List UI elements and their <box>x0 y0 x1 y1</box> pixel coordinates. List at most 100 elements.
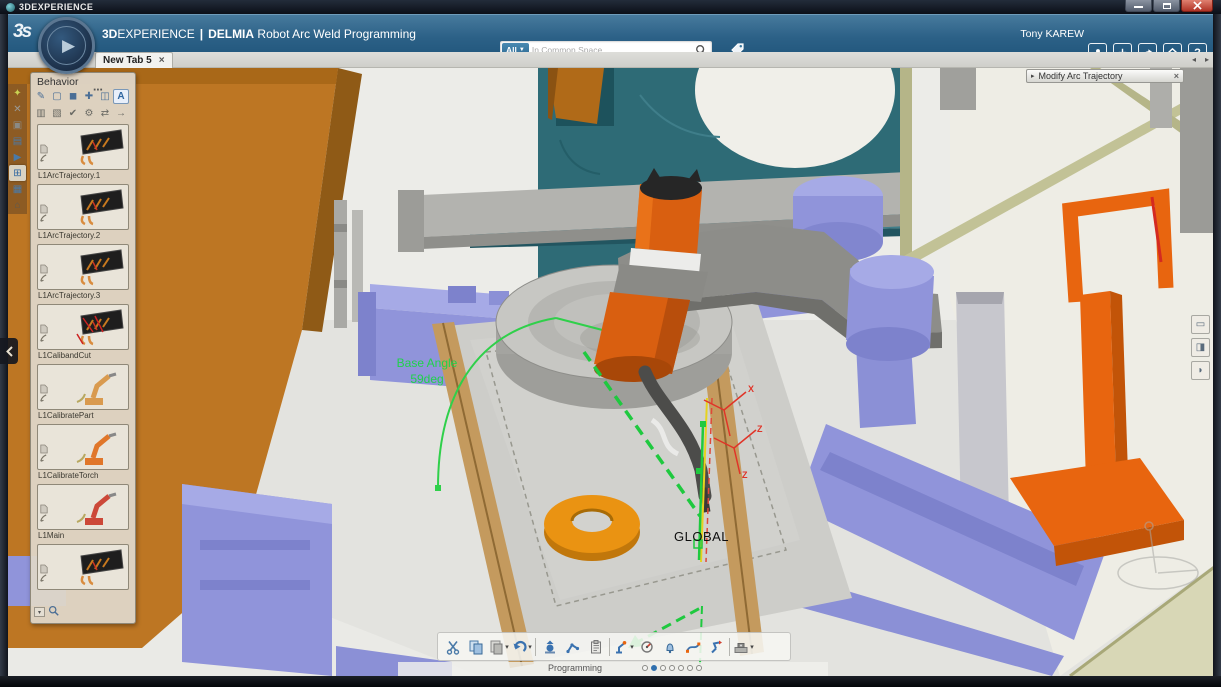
page-dot-6[interactable] <box>687 665 693 671</box>
behavior-item-thumbnail[interactable] <box>37 364 129 410</box>
page-dot-5[interactable] <box>678 665 684 671</box>
duplicate-icon[interactable]: ▧ <box>49 106 65 121</box>
toolbar-separator <box>535 638 536 656</box>
tab-new-tab-5[interactable]: New Tab 5 × <box>95 52 173 68</box>
undo-icon <box>511 639 527 655</box>
app-title: 3DEXPERIENCE|DELMIA Robot Arc Weld Progr… <box>102 15 416 53</box>
trajectory-path-button[interactable] <box>681 635 704 659</box>
compass-menu-button[interactable]: ▶ <box>38 17 95 74</box>
behavior-item-thumbnail[interactable] <box>37 304 129 350</box>
section-label: Programming <box>548 663 602 673</box>
behavior-list-item[interactable] <box>37 544 135 593</box>
validate-icon[interactable]: ✔ <box>65 106 81 121</box>
robot-task-button[interactable]: ▾ <box>612 635 635 659</box>
behavior-list-item[interactable]: L1CalibrateTorch <box>37 424 135 482</box>
behavior-list-item[interactable]: L1Main <box>37 484 135 542</box>
collapse-panel-button[interactable] <box>0 338 18 364</box>
compass-share-icon[interactable]: ✦ <box>9 85 26 101</box>
home-icon[interactable]: ⌂ <box>9 197 26 213</box>
behavior-thumb-art <box>63 246 127 293</box>
tools-icon[interactable]: ✕ <box>9 101 26 117</box>
minimize-button[interactable] <box>1125 0 1152 12</box>
render-tools-icon[interactable]: ▭ <box>1191 315 1210 334</box>
behavior-item-thumbnail[interactable] <box>37 544 129 590</box>
modify-arc-trajectory-panel[interactable]: ▸ Modify Arc Trajectory × <box>1026 69 1184 83</box>
view-settings-icon[interactable]: ◨ <box>1191 338 1210 357</box>
behavior-anchor-icon <box>39 270 48 288</box>
batch-icon[interactable]: ⚙ <box>81 106 97 121</box>
play-icon: ▶ <box>62 36 75 56</box>
behavior-toolbar-row1: ✎▢◼✚◫A <box>31 88 135 105</box>
list-options-dropdown[interactable]: ▾ <box>34 607 45 617</box>
app-logo-icon <box>6 3 15 12</box>
viewport-3d-scene[interactable]: X Z Z <box>0 68 1221 676</box>
behavior-list-item[interactable]: L1CalibratePart <box>37 364 135 422</box>
update-robot-button[interactable] <box>538 635 561 659</box>
export-icon[interactable]: → <box>113 106 129 121</box>
capture-icon[interactable]: ▣ <box>9 117 26 133</box>
panel-menu-icon[interactable]: ⋯ <box>93 85 104 96</box>
chevron-down-icon[interactable]: ▾ <box>528 643 532 651</box>
expand-icon[interactable]: ▸ <box>1031 72 1035 80</box>
clipboard-paste-button[interactable] <box>584 635 607 659</box>
title-divider: | <box>200 27 203 41</box>
behavior-item-thumbnail[interactable] <box>37 184 129 230</box>
app-header: 3s 3DEXPERIENCE|DELMIA Robot Arc Weld Pr… <box>0 14 1221 52</box>
maximize-button[interactable] <box>1153 0 1180 12</box>
page-dot-2[interactable] <box>651 665 657 671</box>
copy-button[interactable] <box>464 635 487 659</box>
behavior-item-thumbnail[interactable] <box>37 484 129 530</box>
zoom-search-icon[interactable] <box>48 603 59 621</box>
behavior-list-item[interactable]: L1ArcTrajectory.2 <box>37 184 135 242</box>
paste-button[interactable]: ▾ <box>487 635 510 659</box>
chevron-down-icon[interactable]: ▾ <box>630 643 634 651</box>
teach-device-button[interactable] <box>635 635 658 659</box>
behavior-list-item[interactable]: L1ArcTrajectory.1 <box>37 124 135 182</box>
gallery-icon[interactable]: ▤ <box>9 133 26 149</box>
open-icon[interactable]: ▥ <box>33 106 49 121</box>
behavior-list-item[interactable]: L1ArcTrajectory.3 <box>37 244 135 302</box>
import-icon[interactable]: ⇄ <box>97 106 113 121</box>
behavior-item-thumbnail[interactable] <box>37 244 129 290</box>
apps-icon[interactable]: ▦ <box>9 181 26 197</box>
robot-task-icon <box>613 639 629 655</box>
comments-icon[interactable]: ◗ <box>1191 361 1210 380</box>
compute-trajectory-button[interactable] <box>561 635 584 659</box>
app-name-rest: Robot Arc Weld Programming <box>257 27 416 41</box>
trajectory-path-icon <box>685 639 701 655</box>
behavior-list-item[interactable]: L1CalibandCut <box>37 304 135 362</box>
jog-robot-button[interactable] <box>704 635 727 659</box>
page-dot-7[interactable] <box>696 665 702 671</box>
viewport-icon[interactable]: ◼ <box>65 89 81 104</box>
close-button[interactable] <box>1181 0 1213 12</box>
left-toolbar: ✦✕▣▤▶⊞▦⌂ <box>8 84 27 214</box>
media-icon[interactable]: ▶ <box>9 149 26 165</box>
behavior-icon[interactable]: ⊞ <box>9 165 26 181</box>
undo-button[interactable]: ▾ <box>510 635 533 659</box>
reachability-button[interactable] <box>658 635 681 659</box>
tab-close-icon[interactable]: × <box>159 55 165 66</box>
page-dot-4[interactable] <box>669 665 675 671</box>
paste-icon <box>488 639 504 655</box>
chevron-left-icon <box>6 346 13 357</box>
panel-close-icon[interactable]: × <box>1174 71 1179 81</box>
workcell-positioner-button[interactable]: ▾ <box>732 635 755 659</box>
toolbar-separator <box>729 638 730 656</box>
user-name[interactable]: Tony KAREW <box>1008 15 1084 53</box>
page-dot-3[interactable] <box>660 665 666 671</box>
tab-scroll-left-button[interactable]: ◂ <box>1189 55 1199 64</box>
select-brush-icon[interactable]: ✎ <box>33 89 49 104</box>
new-window-icon[interactable]: ▢ <box>49 89 65 104</box>
behavior-item-thumbnail[interactable] <box>37 424 129 470</box>
window-title: 3DEXPERIENCE <box>19 2 93 12</box>
teach-device-icon <box>639 639 655 655</box>
page-dot-1[interactable] <box>642 665 648 671</box>
chevron-down-icon[interactable]: ▾ <box>750 643 754 651</box>
annotate-icon[interactable]: A <box>113 89 129 104</box>
cut-button[interactable] <box>441 635 464 659</box>
chevron-down-icon[interactable]: ▾ <box>505 643 509 651</box>
cut-icon <box>445 639 461 655</box>
page-dots <box>642 665 702 671</box>
behavior-item-thumbnail[interactable] <box>37 124 129 170</box>
tab-scroll-right-button[interactable]: ▸ <box>1202 55 1212 64</box>
